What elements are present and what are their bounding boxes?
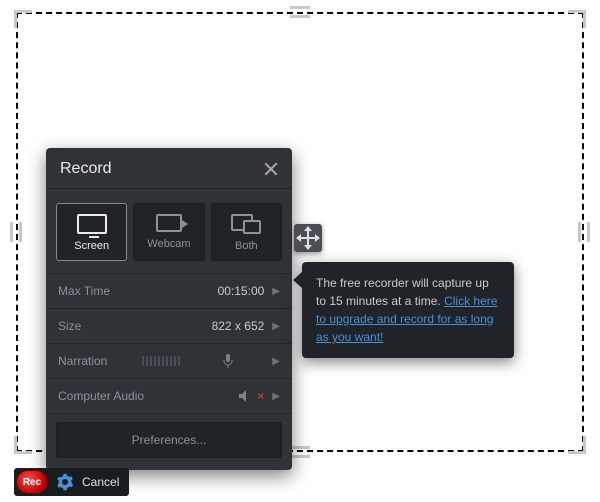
chevron-right-icon: ▶ [272, 356, 280, 367]
resize-handle-top-left[interactable] [14, 10, 32, 28]
preferences-label: Preferences... [132, 433, 207, 447]
tooltip-tail [293, 272, 302, 288]
max-time-value: 00:15:00 [218, 284, 265, 298]
resize-handle-top-right[interactable] [568, 10, 586, 28]
narration-level-meter [142, 356, 180, 366]
resize-handle-left[interactable] [10, 222, 22, 242]
option-size[interactable]: Size 822 x 652 ▶ [46, 308, 292, 343]
max-time-label: Max Time [58, 284, 110, 298]
preferences-button[interactable]: Preferences... [56, 422, 282, 458]
panel-header: Record [46, 148, 292, 189]
chevron-right-icon: ▶ [272, 286, 280, 297]
webcam-icon [156, 214, 182, 232]
source-selector: Screen Webcam Both [46, 189, 292, 273]
speaker-icon [239, 390, 253, 402]
microphone-icon [222, 354, 234, 368]
option-narration[interactable]: Narration ▶ [46, 343, 292, 378]
record-panel: Record Screen Webcam Both Max Time 00:15… [46, 148, 292, 470]
size-value: 822 x 652 [212, 319, 265, 333]
source-both-button[interactable]: Both [211, 203, 282, 261]
resize-handle-bottom-left[interactable] [14, 436, 32, 454]
option-max-time[interactable]: Max Time 00:15:00 ▶ [46, 273, 292, 308]
chevron-right-icon: ▶ [272, 321, 280, 332]
muted-icon: × [257, 389, 264, 403]
move-handle[interactable] [294, 224, 322, 252]
resize-handle-bottom-right[interactable] [568, 436, 586, 454]
cancel-button[interactable]: Cancel [82, 475, 123, 489]
source-both-label: Both [235, 240, 258, 252]
computer-audio-label: Computer Audio [58, 389, 144, 403]
resize-handle-top[interactable] [290, 6, 310, 18]
close-icon[interactable] [264, 162, 278, 176]
move-icon [299, 229, 317, 247]
screen-icon [77, 214, 107, 234]
gear-icon[interactable] [56, 473, 74, 491]
size-label: Size [58, 319, 81, 333]
option-computer-audio[interactable]: Computer Audio × ▶ [46, 378, 292, 413]
chevron-right-icon: ▶ [272, 391, 280, 402]
both-icon [231, 214, 261, 234]
resize-handle-right[interactable] [578, 222, 590, 242]
source-webcam-label: Webcam [147, 238, 190, 250]
record-button-label: Rec [23, 477, 41, 488]
upgrade-tooltip: The free recorder will capture up to 15 … [302, 262, 514, 358]
record-button[interactable]: Rec [16, 470, 48, 494]
source-screen-label: Screen [74, 240, 109, 252]
source-webcam-button[interactable]: Webcam [133, 203, 204, 261]
source-screen-button[interactable]: Screen [56, 203, 127, 261]
record-toolbar: Rec Cancel [14, 468, 129, 496]
narration-label: Narration [58, 354, 107, 368]
resize-handle-bottom[interactable] [290, 446, 310, 458]
panel-title: Record [60, 160, 112, 178]
